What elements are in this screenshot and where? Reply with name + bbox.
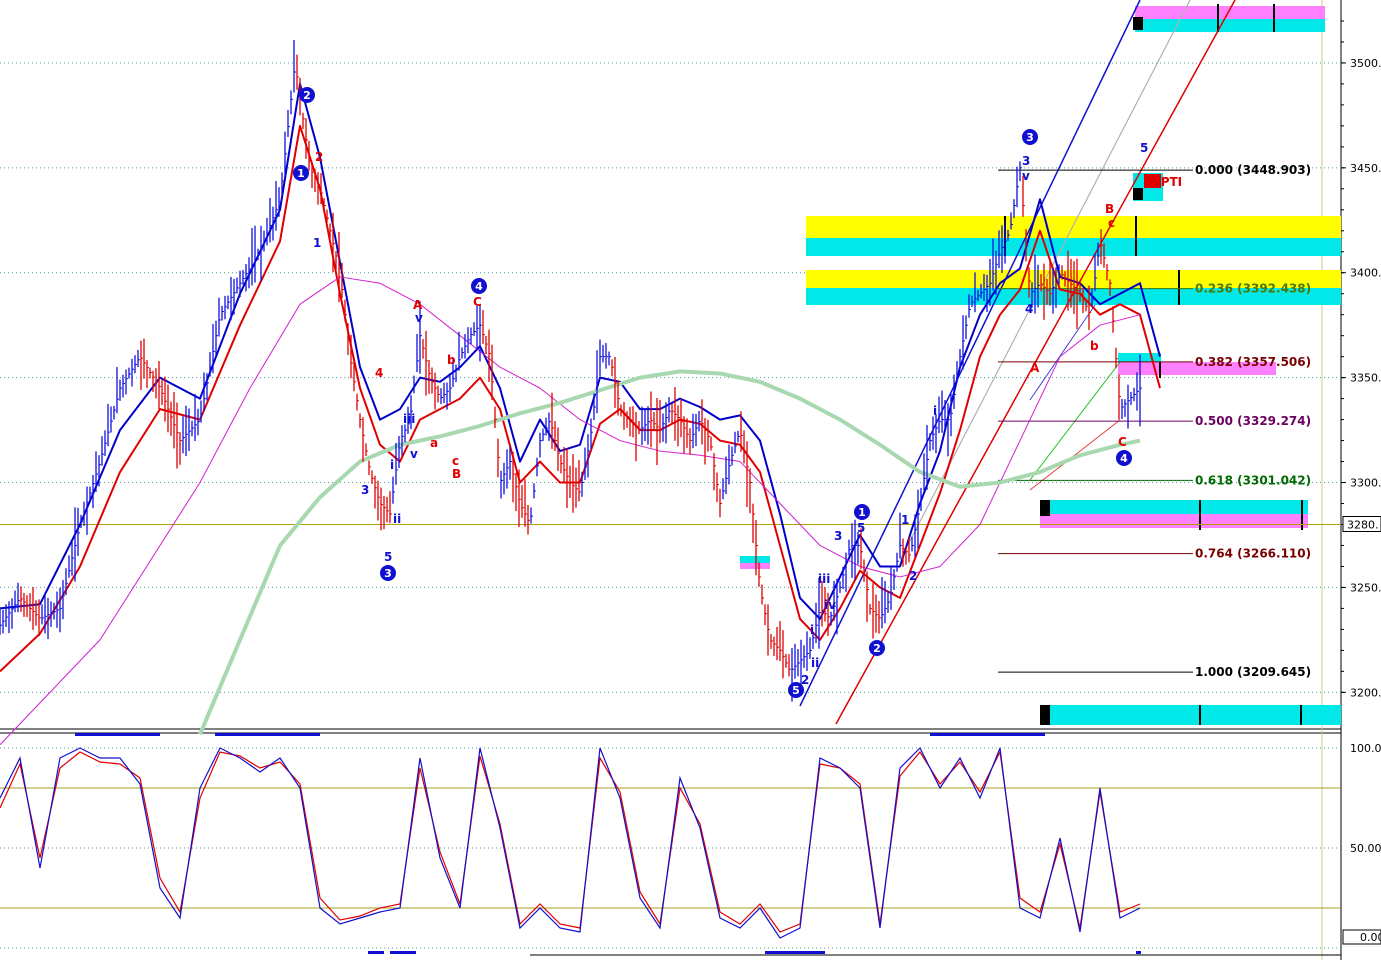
- wave-label-iii-b: iii: [818, 572, 830, 586]
- price-axis: 3500. 3450. 3400. 3350. 3300. 3250. 3200.: [1341, 20, 1381, 699]
- wave-circle-4-right: 4: [1116, 450, 1132, 466]
- svg-text:1: 1: [297, 167, 305, 180]
- oscillator-axis: 100.0 50.00: [1350, 742, 1381, 855]
- magenta-zone-mid: [1040, 514, 1308, 528]
- wave-label-2: 2: [315, 150, 323, 164]
- wave-label-4c: 4: [1025, 302, 1033, 316]
- black-marker-4: [1040, 705, 1050, 725]
- wave-label-c2: c: [1108, 216, 1115, 230]
- svg-text:3: 3: [1026, 131, 1034, 144]
- wave-circle-4-left: 4: [471, 278, 487, 294]
- price-tick-label: 3250.: [1350, 581, 1381, 594]
- wave-label-5c: 5: [1140, 141, 1148, 155]
- svg-text:4: 4: [475, 280, 483, 293]
- signal-dash-5: [390, 951, 416, 954]
- price-tick-label: 3200.: [1350, 686, 1381, 699]
- wave-label-i: i: [390, 458, 394, 472]
- wave-label-iv: iv: [824, 598, 836, 612]
- fib-level-label: 0.618 (3301.042): [1195, 473, 1311, 487]
- signal-dash-3: [930, 733, 1045, 736]
- wave-label-C: C: [473, 295, 482, 309]
- wave-label-A: A: [413, 298, 423, 312]
- magenta-zone-small-left: [740, 563, 770, 569]
- annotation-38pti: 38PTI: [1144, 175, 1182, 189]
- wave-label-i-b: i: [810, 623, 814, 637]
- osc-current-label: 0.00: [1342, 929, 1381, 945]
- signal-dash-4: [368, 951, 384, 954]
- svg-text:2: 2: [303, 89, 311, 102]
- wave-label-ii: ii: [393, 512, 401, 526]
- wave-label-5: 5: [384, 550, 392, 564]
- wave-label-b2: b: [1090, 339, 1099, 353]
- wave-circle-1-right: 1: [854, 504, 870, 520]
- cyan-zone-small-left: [740, 556, 770, 563]
- cyan-zone-upper: [806, 238, 1341, 256]
- cyan-zone-top: [1135, 19, 1325, 32]
- signal-dash-6: [765, 951, 825, 954]
- cyan-zone-bottom: [1040, 705, 1341, 725]
- fib-level-label: 0.382 (3357.506): [1195, 355, 1311, 369]
- marker-price-label: 3280.: [1347, 518, 1379, 531]
- stochastic-oscillator: [0, 746, 1141, 939]
- black-marker-3: [1040, 500, 1050, 516]
- wave-label-a: a: [430, 436, 438, 450]
- svg-text:4: 4: [1120, 452, 1128, 465]
- yellow-zone-upper: [806, 216, 1341, 238]
- osc-k-line: [0, 746, 1141, 939]
- wave-label-C2: C: [1118, 435, 1127, 449]
- wave-circle-2-right: 2: [869, 640, 885, 656]
- wave-label-v-c: v: [1022, 169, 1030, 183]
- price-tick-label: 3400.: [1350, 267, 1381, 280]
- black-marker-2: [1133, 188, 1143, 200]
- wave-circle-2-top: 2: [299, 87, 315, 103]
- wave-label-iii: iii: [403, 412, 415, 426]
- wave-circle-1-top: 1: [293, 165, 309, 181]
- wave-label-b: b: [447, 353, 456, 367]
- wave-label-A2: A: [1030, 361, 1040, 375]
- wave-label-v: v: [410, 447, 418, 461]
- signal-dashes: [75, 733, 1141, 954]
- wave-label-v2: v: [415, 311, 423, 325]
- fib-level-label: 0.764 (3266.110): [1195, 547, 1311, 561]
- fib-level-label: 0.500 (3329.274): [1195, 414, 1311, 428]
- signal-dash-7: [1136, 951, 1141, 954]
- price-tick-label: 3350.: [1350, 372, 1381, 385]
- wave-label-3: 3: [361, 483, 369, 497]
- osc-current-value: 0.00: [1360, 931, 1381, 944]
- osc-tick-label: 100.0: [1350, 742, 1381, 755]
- price-tick-label: 3500.: [1350, 57, 1381, 70]
- svg-text:2: 2: [873, 642, 881, 655]
- osc-tick-label: 50.00: [1350, 842, 1381, 855]
- wave-label-1b: 1: [901, 513, 909, 527]
- black-marker-1: [1133, 17, 1143, 30]
- wave-label-B: B: [452, 467, 461, 481]
- wave-circle-3-right: 3: [1022, 129, 1038, 145]
- price-tick-label: 3450.: [1350, 162, 1381, 175]
- marker-axis-label: 3280.: [1342, 515, 1381, 532]
- wave-label-1: 1: [313, 236, 321, 250]
- wave-label-4: 4: [375, 366, 383, 380]
- signal-dash-1: [75, 733, 160, 736]
- wave-circle-3-left: 3: [380, 565, 396, 581]
- signal-dash-2: [215, 733, 320, 736]
- fib-level-label: 0.236 (3392.438): [1195, 282, 1311, 296]
- fib-level-label: 0.000 (3448.903): [1195, 163, 1311, 177]
- price-tick-label: 3300.: [1350, 477, 1381, 490]
- svg-text:5: 5: [792, 684, 800, 697]
- fib-level-label: 1.000 (3209.645): [1195, 665, 1311, 679]
- wave-label-B2: B: [1105, 202, 1114, 216]
- wave-label-5b: 5: [857, 521, 865, 535]
- wave-label-i-c: i: [933, 404, 937, 418]
- elliott-wave-chart: 0.000 (3448.903) 0.236 (3392.438) 0.382 (3…: [0, 0, 1381, 960]
- svg-text:3: 3: [384, 567, 392, 580]
- wave-label-ii-b: ii: [811, 656, 819, 670]
- wave-label-3b: 3: [834, 529, 842, 543]
- cyan-zone-mid: [1040, 500, 1308, 514]
- svg-text:1: 1: [858, 506, 866, 519]
- wave-label-2b: 2: [801, 673, 809, 687]
- wave-label-2c: 2: [909, 569, 917, 583]
- wave-label-c: c: [452, 454, 459, 468]
- wave-label-3c: 3: [1022, 154, 1030, 168]
